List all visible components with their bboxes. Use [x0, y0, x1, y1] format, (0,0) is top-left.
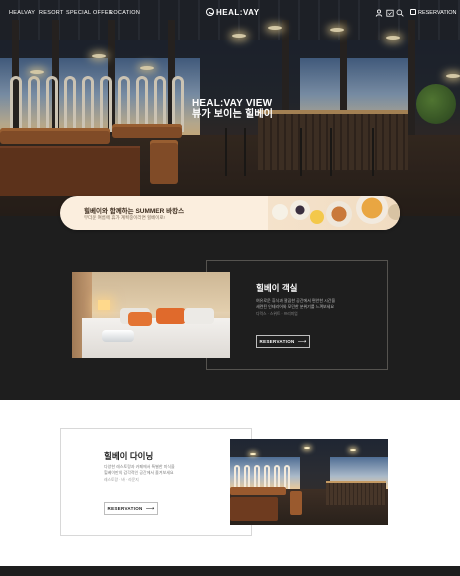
dining-sofa: [290, 491, 302, 515]
arrow-right-icon: ⟶: [297, 339, 307, 345]
food-dish: [326, 201, 352, 227]
dining-reservation-button[interactable]: RESERVATION ⟶: [104, 502, 158, 515]
dining-arch: [284, 465, 290, 489]
top-navigation: HEALVAY RESORT SPECIAL OFFER LOCATION HE…: [0, 0, 460, 26]
dining-reservation-label: RESERVATION: [107, 506, 143, 511]
food-dish: [310, 210, 324, 224]
dining-description: 다양한 레스토랑과 카페에서 특별한 미식을 힐베이만의 감각적인 공간에서 즐…: [104, 464, 175, 476]
rooms-photo: [72, 272, 230, 358]
rooms-section: 힐베이 객실 여유로운 휴식과 깔끔한 공간에서 편안한 시간을 세련된 인테리…: [0, 216, 460, 400]
promo-food-image: [268, 196, 400, 230]
dining-arch: [264, 465, 270, 489]
room-lamp: [98, 300, 110, 310]
user-icon[interactable]: [375, 9, 383, 17]
nav-link-location[interactable]: LOCATION: [110, 10, 140, 16]
calendar-check-icon[interactable]: [386, 9, 394, 17]
promo-subtitle: 무더운 여름에 휴가 계획중이라면 힐베이로!: [84, 215, 165, 220]
room-pillow: [184, 308, 214, 324]
food-dish: [356, 196, 388, 224]
logo-text: HEAL:VAY: [216, 8, 260, 17]
nav-link-healvay[interactable]: HEALVAY: [9, 10, 35, 16]
hero-title-line1: HEAL:VAY VIEW: [192, 98, 273, 109]
site-logo[interactable]: HEAL:VAY: [206, 8, 260, 17]
rooms-tags: 디럭스 · 스위트 · 프리미엄: [256, 312, 298, 316]
summer-promo-banner[interactable]: 힐베이와 함께하는 SUMMER 바캉스 무더운 여름에 휴가 계획중이라면 힐…: [60, 196, 400, 230]
dining-arch: [234, 465, 240, 489]
dining-sofa: [230, 487, 286, 495]
dining-arch: [274, 465, 280, 489]
dining-pendant-lamp: [250, 453, 256, 455]
dining-title: 힐베이 다이닝: [104, 451, 154, 461]
dining-description-line2: 힐베이만의 감각적인 공간에서 즐겨보세요: [104, 470, 174, 475]
food-dish: [290, 200, 310, 220]
calendar-icon: [410, 9, 416, 15]
nav-link-resort[interactable]: RESORT: [39, 10, 64, 16]
room-towel: [102, 330, 134, 342]
rooms-reservation-button[interactable]: RESERVATION ⟶: [256, 335, 310, 348]
dining-photo: [230, 439, 388, 525]
top-reservation-button[interactable]: RESERVATION: [410, 9, 457, 16]
rooms-reservation-label: RESERVATION: [259, 339, 295, 344]
footer-strip: [0, 566, 460, 576]
food-dish: [388, 204, 400, 220]
promo-title: 힐베이와 함께하는 SUMMER 바캉스: [84, 208, 185, 215]
rooms-title: 힐베이 객실: [256, 283, 298, 293]
dining-pendant-lamp: [350, 449, 356, 451]
dining-table: [230, 497, 278, 521]
nav-link-special-offer[interactable]: SPECIAL OFFER: [66, 10, 113, 16]
rooms-description: 여유로운 휴식과 깔끔한 공간에서 편안한 시간을 세련된 인테리어와 모던한 …: [256, 298, 335, 310]
dining-pendant-lamp: [304, 447, 310, 449]
dining-bar-counter: [326, 481, 386, 505]
hero-title-line2: 뷰가 보이는 힐베이: [192, 109, 274, 120]
dining-arch: [254, 465, 260, 489]
dining-tags: 레스토랑 · 바 · 라운지: [104, 478, 139, 482]
rooms-description-line2: 세련된 인테리어와 모던한 분위기를 느껴보세요: [256, 304, 335, 309]
top-reservation-label: RESERVATION: [418, 10, 457, 16]
room-pillow: [156, 308, 186, 324]
room-wall: [92, 272, 230, 312]
hero-title: HEAL:VAY VIEW 뷰가 보이는 힐베이: [192, 98, 273, 120]
dining-arch: [244, 465, 250, 489]
logo-mark-icon: [206, 8, 214, 16]
arrow-right-icon: ⟶: [145, 506, 155, 512]
dining-info-box: [60, 428, 252, 536]
search-icon[interactable]: [396, 9, 404, 17]
room-pillow: [128, 312, 152, 326]
hero-banner: HEALVAY RESORT SPECIAL OFFER LOCATION HE…: [0, 0, 460, 216]
food-dish: [272, 204, 288, 220]
